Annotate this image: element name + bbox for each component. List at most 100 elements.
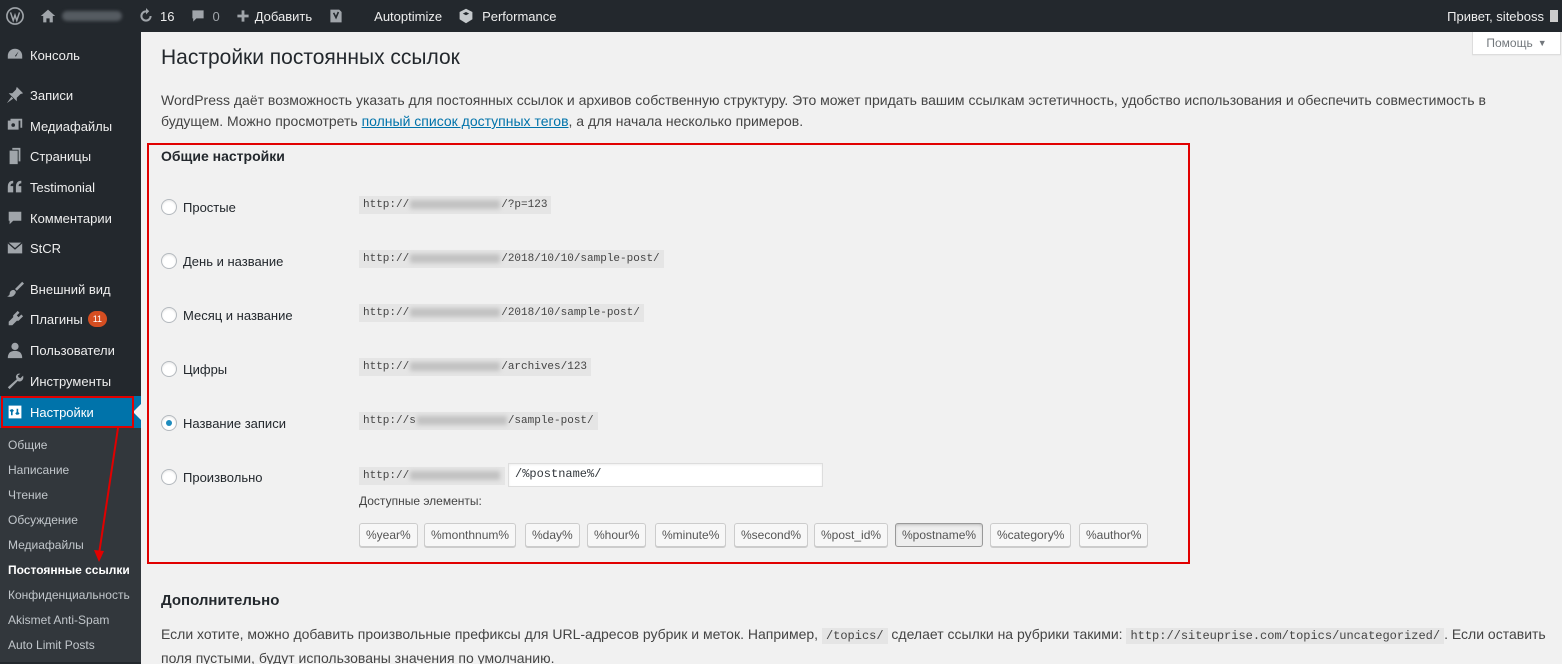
radio-month-name[interactable] [161,307,177,323]
page-title: Настройки постоянных ссылок [161,46,460,69]
tag-button-author[interactable]: %author% [1079,523,1149,547]
caret-down-icon: ▼ [1537,38,1547,48]
comment-icon [192,10,205,22]
updates-button[interactable]: 16 [130,0,182,32]
custom-structure-input[interactable]: /%postname%/ [508,463,823,487]
general-settings-title: Общие настройки [161,148,285,164]
my-account[interactable]: Привет, siteboss [1447,0,1562,32]
option-label: День и название [183,253,284,269]
dashboard-icon [5,45,25,65]
refresh-icon [140,8,152,22]
users-icon [5,340,25,360]
option-label: Месяц и название [183,307,293,323]
home-icon [40,9,56,23]
tag-button-minute[interactable]: %minute% [655,523,727,547]
radio-day-name[interactable] [161,253,177,269]
sidebar-item-stcr[interactable]: StCR [0,233,141,263]
sidebar-item-appearance[interactable]: Внешний вид [0,274,141,304]
radio-plain[interactable] [161,199,177,215]
autoptimize-button[interactable]: Autoptimize [366,0,450,32]
sidebar-item-tools[interactable]: Инструменты [0,366,141,396]
sidebar-item-label: Комментарии [30,210,112,226]
intro-text: WordPress даёт возможность указать для п… [161,90,1521,132]
submenu-item-media[interactable]: Медиафайлы [8,535,84,555]
tag-button-category[interactable]: %category% [990,523,1072,547]
sidebar-item-plugins[interactable]: Плагины 11 [0,304,141,334]
tag-button-monthnum[interactable]: %monthnum% [424,523,517,547]
sidebar-item-media[interactable]: Медиафайлы [0,111,141,141]
brush-icon [5,279,25,299]
performance-icon [459,8,473,24]
sidebar-item-pages[interactable]: Страницы [0,141,141,171]
help-tab-label: Помощь [1486,36,1533,50]
comments-button[interactable]: 0 [182,0,227,32]
tag-button-day[interactable]: %day% [525,523,580,547]
sidebar-item-label: Пользователи [30,342,115,358]
wordpress-icon [6,7,24,25]
submenu-item-auto-limit-posts[interactable]: Auto Limit Posts [8,635,95,655]
admin-bar: 16 0 Добавить Autoptimize Performance Пр… [0,0,1562,32]
comment-icon [5,208,25,228]
example-url-day-name: http:///2018/10/10/sample-post/ [359,250,664,268]
performance-label: Performance [482,8,557,24]
tag-button-year[interactable]: %year% [359,523,418,547]
sidebar-item-testimonial[interactable]: Testimonial [0,172,141,202]
tag-button-second[interactable]: %second% [734,523,809,547]
submenu-item-akismet[interactable]: Akismet Anti-Spam [8,610,109,630]
submenu-item-privacy[interactable]: Конфиденциальность [8,585,130,605]
submenu-item-discussion[interactable]: Обсуждение [8,510,78,530]
sidebar-item-posts[interactable]: Записи [0,80,141,110]
permalink-option-numeric[interactable]: Цифры [161,358,1061,380]
add-new-label: Добавить [254,8,313,24]
sidebar-item-comments[interactable]: Комментарии [0,203,141,233]
quote-icon [5,177,25,197]
radio-custom[interactable] [161,469,177,485]
optional-section-title: Дополнительно [161,592,280,609]
add-new-button[interactable]: Добавить [228,0,320,32]
option-label: Простые [183,199,236,215]
yoast-icon [330,9,342,23]
help-tab-button[interactable]: Помощь ▼ [1472,32,1561,55]
sidebar-item-label: Внешний вид [30,281,111,297]
example-url-month-name: http:///2018/10/sample-post/ [359,304,644,322]
avatar [1550,10,1558,22]
permalink-option-post-name[interactable]: Название записи [161,412,1061,434]
submenu-item-permalinks[interactable]: Постоянные ссылки [8,560,130,580]
updates-count: 16 [160,8,175,24]
comments-count: 0 [212,8,220,24]
submenu-item-reading[interactable]: Чтение [8,485,48,505]
settings-submenu: Общие Написание Чтение Обсуждение Медиаф… [0,428,141,662]
radio-numeric[interactable] [161,361,177,377]
option-label: Название записи [183,415,286,431]
custom-structure-prefix: http:// [359,467,506,485]
example-url-post-name: http://s/sample-post/ [359,412,598,430]
tag-button-postname[interactable]: %postname% [895,523,984,547]
tag-button-post-id[interactable]: %post_id% [814,523,889,547]
site-name-button[interactable] [32,0,130,32]
sidebar-item-dashboard[interactable]: Консоль [0,40,141,70]
performance-button[interactable]: Performance [450,0,564,32]
wp-logo-button[interactable] [0,0,32,32]
permalink-option-plain[interactable]: Простые [161,196,1061,218]
radio-post-name[interactable] [161,415,177,431]
tags-list-link[interactable]: полный список доступных тегов [362,113,569,129]
autoptimize-label: Autoptimize [374,8,443,24]
active-menu-arrow [133,404,141,420]
tag-button-hour[interactable]: %hour% [587,523,647,547]
intro-text-after: , а для начала несколько примеров. [568,113,804,129]
sidebar-item-users[interactable]: Пользователи [0,335,141,365]
url-example-code: http://siteuprise.com/topics/uncategoriz… [1126,628,1445,644]
sidebar-item-label: Записи [30,87,74,103]
submenu-item-writing[interactable]: Написание [8,460,69,480]
media-icon [5,116,25,136]
sidebar-item-label: Медиафайлы [30,118,113,134]
greeting-text: Привет, siteboss [1447,8,1544,24]
plugins-update-badge: 11 [87,311,108,327]
sidebar-item-label: Консоль [30,47,80,63]
intro-text-before: WordPress даёт возможность указать для п… [161,92,1486,129]
example-url-numeric: http:///archives/123 [359,358,592,376]
submenu-item-general[interactable]: Общие [8,435,47,455]
yoast-button[interactable] [320,0,352,32]
available-tags-label: Доступные элементы: [359,494,482,508]
pages-icon [5,146,25,166]
